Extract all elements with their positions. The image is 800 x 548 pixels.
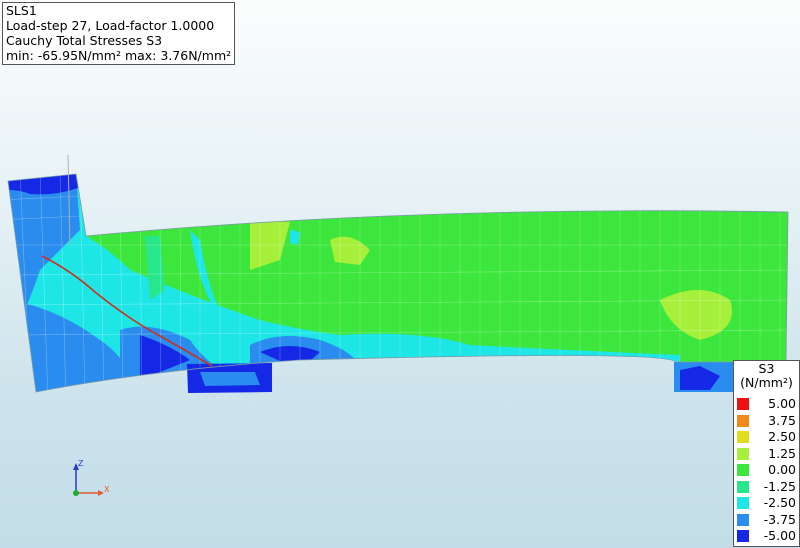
legend-title: S3 (758, 361, 775, 376)
legend-value: -5.00 (763, 528, 796, 543)
legend-swatch (737, 398, 749, 410)
beam-contour (7, 154, 789, 393)
legend-value: 5.00 (768, 396, 796, 411)
axis-x-label: X (104, 485, 110, 494)
axis-z-label: Z (78, 459, 84, 468)
legend-swatch (737, 414, 749, 427)
min-max-label: min: -65.95N/mm² max: 3.76N/mm² (6, 48, 232, 63)
legend-swatch (737, 447, 749, 460)
axes-triad: Z X (73, 459, 110, 496)
legend-swatch (737, 497, 749, 509)
legend-value: -1.25 (763, 478, 796, 494)
legend-value: -3.75 (763, 511, 796, 527)
legend-value: 1.25 (768, 445, 796, 461)
legend-swatch (737, 464, 749, 476)
color-legend: S3 (N/mm²) 5.00 3.75 2.50 1.25 0.00 -1.25 -2.5… (733, 360, 800, 547)
legend-unit: (N/mm²) (740, 375, 793, 390)
legend-swatch (737, 480, 749, 493)
legend-value: 2.50 (768, 429, 796, 444)
load-step-label: Load-step 27, Load-factor 1.0000 (6, 18, 215, 33)
legend-swatch (737, 513, 749, 526)
legend-value: -2.50 (763, 495, 796, 510)
legend-swatch (737, 431, 749, 443)
legend-value: 0.00 (768, 462, 796, 477)
legend-value: 3.75 (768, 412, 796, 428)
model-viewport[interactable]: Z X (0, 0, 800, 548)
load-case-label: SLS1 (6, 3, 37, 18)
result-info-box: SLS1 Load-step 27, Load-factor 1.0000 Ca… (2, 2, 236, 65)
result-type-label: Cauchy Total Stresses S3 (6, 33, 163, 48)
legend-swatch (737, 530, 749, 542)
